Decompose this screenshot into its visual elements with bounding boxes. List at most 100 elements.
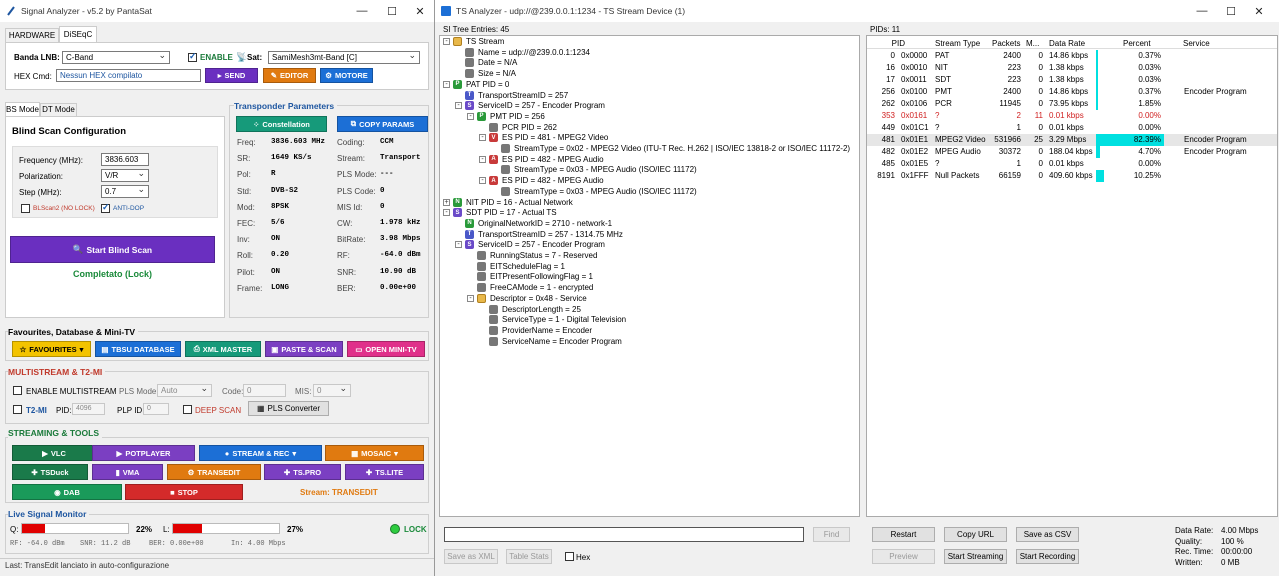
copy-params-button[interactable]: ⧉ COPY PARAMS <box>337 116 428 132</box>
collapse-icon[interactable]: - <box>467 294 474 302</box>
col-stream-type[interactable]: Stream Type <box>935 39 980 48</box>
collapse-icon[interactable]: - <box>443 209 450 217</box>
tree-node[interactable]: ProviderName = Encoder <box>479 325 592 335</box>
si-tree[interactable]: - TS Stream Name = udp://@239.0.0.1:1234 Da… <box>439 35 860 517</box>
tree-node[interactable]: - P PAT PID = 0 <box>443 79 509 89</box>
open-minitv-button[interactable]: ▭ OPEN MINI-TV <box>347 341 425 357</box>
lnb-select[interactable]: C-Band <box>62 51 170 64</box>
tspro-button[interactable]: ✚ TS.PRO <box>264 464 341 480</box>
enable-checkbox[interactable] <box>188 51 197 62</box>
tree-node[interactable]: EITScheduleFlag = 1 <box>467 261 565 271</box>
collapse-icon[interactable]: - <box>455 241 462 249</box>
col-service[interactable]: Service <box>1183 39 1210 48</box>
col-packets[interactable]: Packets <box>992 39 1020 48</box>
tree-node[interactable]: - S ServiceID = 257 - Encoder Program <box>455 101 605 111</box>
tree-node[interactable]: DescriptorLength = 25 <box>479 304 581 314</box>
motore-button[interactable]: ⚙ MOTORE <box>320 68 373 83</box>
expand-icon[interactable]: + <box>443 198 450 206</box>
antidop-checkbox[interactable] <box>101 202 110 213</box>
pid-row[interactable]: 256 0x0100 PMT 2400 0 14.86 kbps 0.37% Encoder … <box>867 86 1277 98</box>
vma-button[interactable]: ▮ VMA <box>92 464 163 480</box>
tree-node[interactable]: T TransportStreamID = 257 - 1314.75 MHz <box>455 229 623 239</box>
tree-node[interactable]: RunningStatus = 7 - Reserved <box>467 251 597 260</box>
tree-node[interactable]: - TS Stream <box>443 37 504 46</box>
save-xml-button[interactable]: Save as XML <box>444 549 498 564</box>
tree-node[interactable]: StreamType = 0x03 - MPEG Audio (ISO/IEC … <box>491 186 697 196</box>
code-input[interactable]: 0 <box>243 384 286 397</box>
tree-node[interactable]: ServiceType = 1 - Digital Television <box>479 315 626 325</box>
tree-node[interactable]: N OriginalNetworkID = 2710 - network-1 <box>455 218 612 228</box>
pls-converter-button[interactable]: ▦ PLS Converter <box>248 401 329 416</box>
pol-select[interactable]: V/R <box>101 169 149 182</box>
hex-input[interactable]: Nessun HEX compilato <box>56 69 201 82</box>
col-percent[interactable]: Percent <box>1123 39 1151 48</box>
send-button[interactable]: ▸ SEND <box>205 68 258 83</box>
collapse-icon[interactable]: - <box>455 102 462 110</box>
collapse-icon[interactable]: - <box>443 38 450 45</box>
mis-select[interactable]: 0 <box>313 384 351 397</box>
pid-row[interactable]: 482 0x01E2 MPEG Audio 30372 0 188.04 kbps 4.70… <box>867 146 1277 158</box>
copy-url-button[interactable]: Copy URL <box>944 527 1007 542</box>
pid-row[interactable]: 353 0x0161? 2 11 0.01 kbps 0.00% <box>867 110 1277 122</box>
collapse-icon[interactable]: - <box>479 177 486 185</box>
pid-row[interactable]: 449 0x01C1? 1 0 0.01 kbps 0.00% <box>867 122 1277 134</box>
tab-bs-mode[interactable]: BS Mode <box>5 102 40 116</box>
tree-node[interactable]: + N NIT PID = 16 - Actual Network <box>443 197 573 207</box>
close-button[interactable]: ✕ <box>1241 0 1277 22</box>
stop-button[interactable]: ■ STOP <box>125 484 243 500</box>
table-stats-button[interactable]: Table Stats <box>506 549 552 564</box>
collapse-icon[interactable]: - <box>479 134 486 142</box>
mosaic-button[interactable]: ▦ MOSAIC ▾ <box>325 445 424 461</box>
tree-node[interactable]: StreamType = 0x02 - MPEG2 Video (ITU-T R… <box>491 144 850 153</box>
tree-node[interactable]: - Descriptor = 0x48 - Service <box>467 293 587 303</box>
find-input[interactable] <box>444 527 804 542</box>
collapse-icon[interactable]: - <box>443 80 450 88</box>
blscan2-checkbox[interactable] <box>21 204 30 213</box>
stream-rec-button[interactable]: ● STREAM & REC ▾ <box>199 445 322 461</box>
dab-button[interactable]: ◉ DAB <box>12 484 122 500</box>
tab-diseqc[interactable]: DiSEqC <box>59 26 97 42</box>
collapse-icon[interactable]: - <box>479 155 486 163</box>
start-recording-button[interactable]: Start Recording <box>1016 549 1079 564</box>
paste-scan-button[interactable]: ▣ PASTE & SCAN <box>265 341 343 357</box>
favourites-button[interactable]: ☆ FAVOURITES ▾ <box>12 341 91 357</box>
tree-node[interactable]: - V ES PID = 481 - MPEG2 Video <box>479 133 608 143</box>
tree-node[interactable]: PCR PID = 262 <box>479 122 557 132</box>
pid-row[interactable]: 0 0x0000 PAT 2400 0 14.86 kbps 0.37% <box>867 50 1277 62</box>
transedit-button[interactable]: ⚙ TRANSEDIT <box>167 464 261 480</box>
collapse-icon[interactable]: - <box>467 112 474 120</box>
vlc-button[interactable]: ▶ VLC <box>12 445 96 461</box>
restart-button[interactable]: Restart <box>872 527 935 542</box>
tree-node[interactable]: Size = N/A <box>455 69 516 79</box>
tree-node[interactable]: Name = udp://@239.0.0.1:1234 <box>455 47 590 57</box>
tsduck-button[interactable]: ✚ TSDuck <box>12 464 88 480</box>
save-csv-button[interactable]: Save as CSV <box>1016 527 1079 542</box>
start-streaming-button[interactable]: Start Streaming <box>944 549 1007 564</box>
pid-input[interactable]: 4096 <box>72 403 105 415</box>
tree-node[interactable]: EITPresentFollowingFlag = 1 <box>467 272 593 282</box>
tree-node[interactable]: - A ES PID = 482 - MPEG Audio <box>479 176 604 186</box>
tree-node[interactable]: Date = N/A <box>455 58 517 68</box>
editor-button[interactable]: ✎ EDITOR <box>263 68 316 83</box>
tab-dt-mode[interactable]: DT Mode <box>40 103 77 116</box>
find-button[interactable]: Find <box>813 527 850 542</box>
xml-master-button[interactable]: ⎙ XML MASTER <box>185 341 261 357</box>
tree-node[interactable]: - A ES PID = 482 - MPEG Audio <box>479 154 604 164</box>
tree-node[interactable]: - P PMT PID = 256 <box>467 111 545 121</box>
tree-node[interactable]: - S SDT PID = 17 - Actual TS <box>443 208 557 218</box>
col-data-rate[interactable]: Data Rate <box>1049 39 1085 48</box>
pid-row[interactable]: 481 0x01E1 MPEG2 Video 531966 25 3.29 Mbps 82.… <box>867 134 1277 146</box>
plp-input[interactable]: 0 <box>143 403 169 415</box>
pid-row[interactable]: 16 0x0010 NIT 223 0 1.38 kbps 0.03% <box>867 62 1277 74</box>
deep-scan-checkbox[interactable] <box>183 405 192 414</box>
t2mi-checkbox[interactable] <box>13 405 22 414</box>
step-select[interactable]: 0.7 <box>101 185 149 198</box>
constellation-button[interactable]: ⁘ Constellation <box>236 116 327 132</box>
pid-row[interactable]: 8191 0x1FFF Null Packets 66159 0 409.60 kbps 1… <box>867 170 1277 182</box>
tslite-button[interactable]: ✚ TS.LITE <box>345 464 424 480</box>
start-blind-scan-button[interactable]: 🔍 Start Blind Scan <box>10 236 215 263</box>
enable-multistream-checkbox[interactable] <box>13 386 22 395</box>
pid-row[interactable]: 262 0x0106 PCR 11945 0 73.95 kbps 1.85% <box>867 98 1277 110</box>
pid-row[interactable]: 485 0x01E5? 1 0 0.01 kbps 0.00% <box>867 158 1277 170</box>
tree-node[interactable]: StreamType = 0x03 - MPEG Audio (ISO/IEC … <box>491 165 697 175</box>
